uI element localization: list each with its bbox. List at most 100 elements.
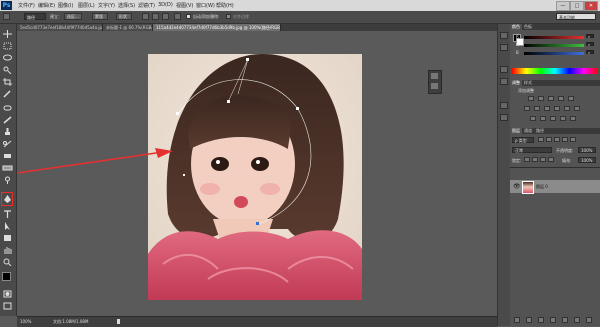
minimize-button[interactable]: —: [556, 1, 570, 11]
path-arrange-icon[interactable]: [162, 13, 169, 20]
filter-adjustment-icon[interactable]: [546, 137, 552, 142]
vibrance-icon[interactable]: [568, 96, 574, 101]
status-arrow-icon[interactable]: [117, 319, 126, 324]
path-alignment-icon[interactable]: [152, 13, 159, 20]
hand-tool-icon[interactable]: [2, 246, 13, 254]
channel-mixer-icon[interactable]: [564, 106, 570, 111]
selective-color-icon[interactable]: [570, 116, 576, 121]
menu-image[interactable]: 图像(I): [58, 2, 73, 9]
history-panel-icon[interactable]: [500, 32, 508, 39]
layer-name[interactable]: 图层 0: [536, 184, 548, 190]
tool-mode-select[interactable]: 路径: [24, 13, 46, 20]
threshold-icon[interactable]: [550, 116, 556, 121]
posterize-icon[interactable]: [540, 116, 546, 121]
lock-position-icon[interactable]: [540, 157, 546, 162]
crop-tool-icon[interactable]: [2, 78, 13, 86]
layer-mask-icon[interactable]: [538, 317, 544, 323]
brush-panel-icon[interactable]: [500, 102, 508, 109]
filter-smart-icon[interactable]: [570, 137, 576, 142]
type-tool-icon[interactable]: [2, 210, 13, 218]
eraser-tool-icon[interactable]: [2, 152, 13, 160]
quick-selection-tool-icon[interactable]: [2, 66, 13, 75]
foreground-color-swatch[interactable]: [2, 272, 11, 281]
levels-icon[interactable]: [538, 96, 544, 101]
collapsed-panel-icon-2[interactable]: [431, 83, 438, 89]
r-slider[interactable]: [524, 36, 584, 39]
make-shape-button[interactable]: 形状: [116, 13, 132, 20]
collapsed-panel-icon[interactable]: [431, 73, 438, 79]
fill-input[interactable]: 100%: [578, 157, 596, 163]
link-layers-icon[interactable]: [514, 317, 520, 323]
r-value[interactable]: 0: [586, 34, 594, 39]
visibility-eye-icon[interactable]: 👁: [513, 183, 521, 190]
layer-style-icon[interactable]: [526, 317, 532, 323]
color-lookup-icon[interactable]: [574, 106, 580, 111]
screen-mode-icon[interactable]: [2, 302, 13, 310]
tab-channels[interactable]: 通道: [522, 128, 534, 134]
menu-layer[interactable]: 图层(L): [78, 2, 95, 9]
maximize-button[interactable]: □: [570, 1, 584, 11]
make-mask-button[interactable]: 蒙版: [92, 13, 108, 20]
dodge-tool-icon[interactable]: [2, 176, 13, 184]
auto-add-delete-checkbox[interactable]: [186, 14, 191, 19]
opacity-input[interactable]: 100%: [578, 147, 596, 153]
tab-adjustments[interactable]: 调整: [510, 80, 522, 86]
collapsed-panel[interactable]: [428, 70, 442, 94]
exposure-icon[interactable]: [558, 96, 564, 101]
gradient-map-icon[interactable]: [560, 116, 566, 121]
gradient-tool-icon[interactable]: [2, 164, 13, 172]
close-button[interactable]: ✕: [584, 1, 598, 11]
tab-layers[interactable]: 图层: [510, 128, 522, 134]
black-white-icon[interactable]: [544, 106, 550, 111]
b-slider[interactable]: [524, 52, 584, 55]
menu-window[interactable]: 窗口(W): [196, 2, 215, 9]
move-tool-icon[interactable]: [2, 30, 13, 38]
paragraph-panel-icon[interactable]: [500, 78, 508, 85]
blend-mode-select[interactable]: 正常: [512, 147, 552, 153]
tab-paths[interactable]: 路径: [534, 128, 546, 134]
eyedropper-tool-icon[interactable]: [2, 90, 13, 98]
color-spectrum-bar[interactable]: [512, 68, 598, 74]
brightness-icon[interactable]: [528, 96, 534, 101]
path-operations-icon[interactable]: [142, 13, 149, 20]
photo-filter-icon[interactable]: [554, 106, 560, 111]
tab-color[interactable]: 颜色: [510, 24, 522, 30]
gear-icon[interactable]: [174, 13, 181, 20]
curves-icon[interactable]: [548, 96, 554, 101]
zoom-tool-icon[interactable]: [2, 258, 13, 267]
clone-stamp-tool-icon[interactable]: [2, 128, 13, 136]
tab-swatches[interactable]: 色板: [522, 24, 534, 30]
lock-transparent-icon[interactable]: [524, 157, 530, 162]
menu-help[interactable]: 帮助(H): [216, 2, 234, 9]
properties-panel-icon[interactable]: [500, 44, 508, 51]
history-brush-tool-icon[interactable]: [2, 140, 13, 148]
menu-select[interactable]: 选择(S): [118, 2, 135, 9]
trash-icon[interactable]: [586, 317, 592, 323]
menu-3d[interactable]: 3D(D): [158, 2, 173, 8]
invert-icon[interactable]: [530, 116, 536, 121]
menu-file[interactable]: 文件(F): [18, 2, 35, 9]
rectangle-tool-icon[interactable]: [2, 234, 13, 242]
pen-tool-icon[interactable]: [2, 195, 13, 203]
menu-edit[interactable]: 编辑(E): [38, 2, 55, 9]
marquee-tool-icon[interactable]: [2, 42, 13, 50]
color-balance-icon[interactable]: [534, 106, 540, 111]
g-slider[interactable]: [524, 44, 584, 47]
workspace-select[interactable]: 基本功能: [556, 13, 596, 20]
new-layer-icon[interactable]: [574, 317, 580, 323]
character-panel-icon[interactable]: [500, 66, 508, 73]
menu-filter[interactable]: 滤镜(T): [138, 2, 155, 9]
folder-icon[interactable]: [562, 317, 568, 323]
layer-filter-select[interactable]: ρ 类型: [512, 137, 534, 143]
b-value[interactable]: 0: [586, 50, 594, 55]
lock-image-icon[interactable]: [532, 157, 538, 162]
document-canvas[interactable]: [148, 54, 362, 300]
path-selection-tool-icon[interactable]: [2, 222, 13, 230]
filter-shape-icon[interactable]: [562, 137, 568, 142]
tab-document-2[interactable]: 未标题-1 @ 66.7%(RGB/8) ×: [103, 24, 153, 31]
menu-type[interactable]: 文字(Y): [98, 2, 115, 9]
filter-pixel-icon[interactable]: [538, 137, 544, 142]
tab-styles[interactable]: 样式: [522, 80, 534, 86]
quick-mask-icon[interactable]: [2, 290, 13, 298]
clone-source-panel-icon[interactable]: [500, 114, 508, 121]
